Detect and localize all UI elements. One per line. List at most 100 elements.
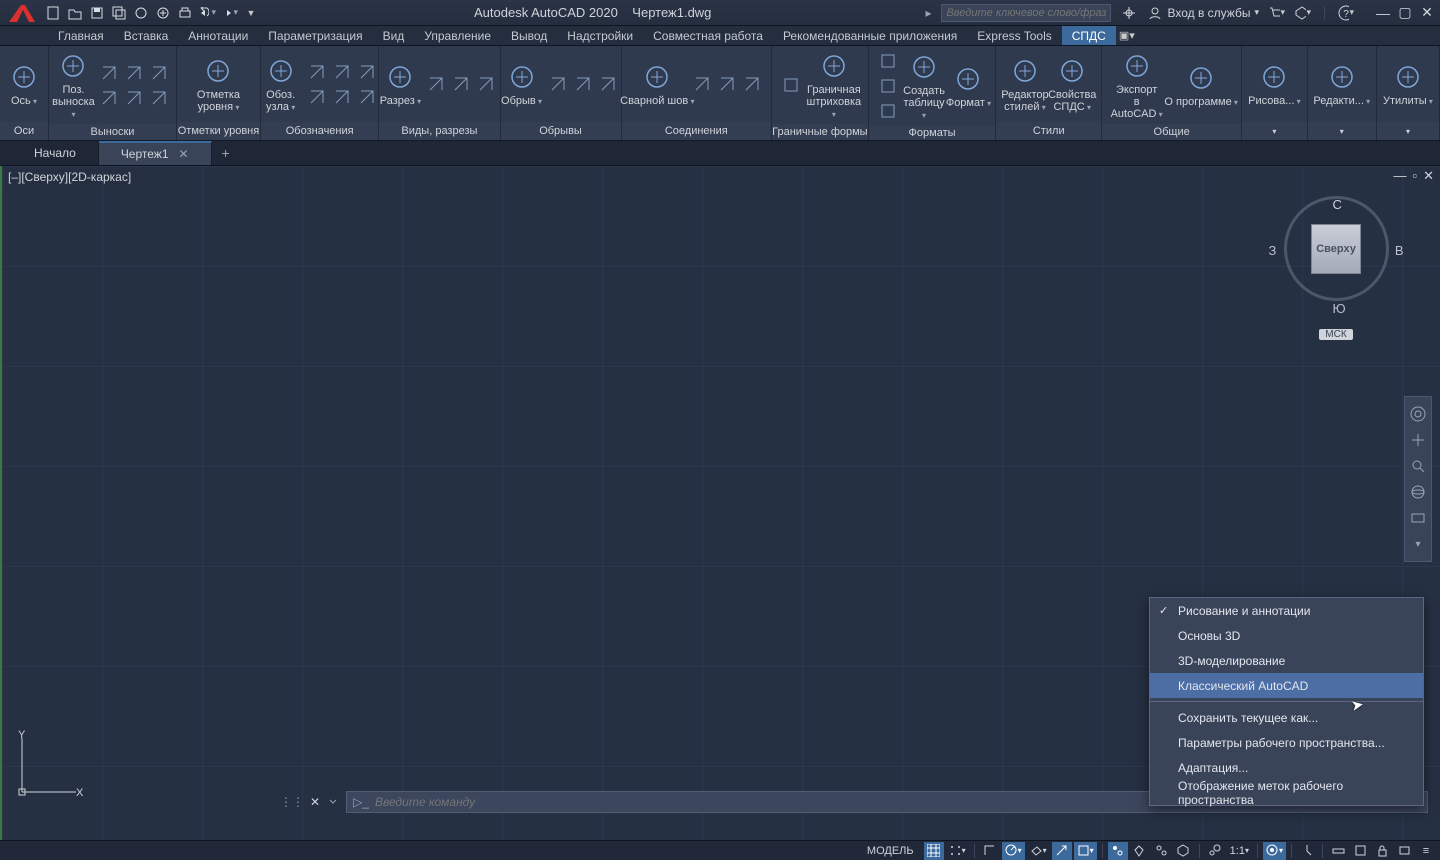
tab-express-tools[interactable]: Express Tools xyxy=(967,26,1061,45)
compass-west[interactable]: З xyxy=(1269,243,1277,258)
showmotion-icon[interactable] xyxy=(1405,505,1431,531)
tab-аннотации[interactable]: Аннотации xyxy=(178,26,258,45)
snap-mode-icon[interactable]: ▾ xyxy=(946,842,969,860)
tab-надстройки[interactable]: Надстройки xyxy=(557,26,643,45)
quick-props-icon[interactable] xyxy=(1350,842,1370,860)
menu-item[interactable]: Параметры рабочего пространства... xyxy=(1150,730,1423,755)
mini-tool-icon[interactable] xyxy=(877,75,899,97)
pan-icon[interactable] xyxy=(1405,427,1431,453)
mini-tool-icon[interactable] xyxy=(425,73,447,95)
grid-toggle-icon[interactable] xyxy=(924,842,944,860)
tab-совместная-работа[interactable]: Совместная работа xyxy=(643,26,773,45)
close-tab-icon[interactable]: ✕ xyxy=(179,147,189,161)
mini-tool-icon[interactable] xyxy=(547,73,569,95)
doc-minimize-icon[interactable]: — xyxy=(1393,168,1406,184)
ortho-icon[interactable] xyxy=(980,842,1000,860)
viewcube-top-face[interactable]: Сверху xyxy=(1311,224,1361,274)
leader-button[interactable]: Поз.выноска ▾ xyxy=(54,50,92,120)
scale-label[interactable]: 1:1▾ xyxy=(1227,842,1252,860)
menu-item[interactable]: Классический AutoCAD xyxy=(1150,673,1423,698)
elevation-button[interactable]: Отметкауровня ▾ xyxy=(197,55,240,113)
anno-scale-icon[interactable] xyxy=(1205,842,1225,860)
compass-south[interactable]: Ю xyxy=(1333,301,1346,316)
mini-tool-icon[interactable] xyxy=(306,61,328,83)
mini-tool-icon[interactable] xyxy=(450,73,472,95)
document-tab[interactable]: Чертеж1✕ xyxy=(99,141,212,165)
mini-tool-icon[interactable] xyxy=(780,74,802,96)
util-button[interactable]: Утилиты ▾ xyxy=(1387,61,1429,107)
section-button[interactable]: Разрез ▾ xyxy=(381,61,419,107)
anno-monitor-icon[interactable] xyxy=(1297,842,1317,860)
export-button[interactable]: Экспортв AutoCAD ▾ xyxy=(1110,50,1163,120)
units-icon[interactable] xyxy=(1328,842,1348,860)
style-edit-button[interactable]: Редакторстилей ▾ xyxy=(1004,55,1045,113)
plot-icon[interactable] xyxy=(176,4,194,22)
mini-tool-icon[interactable] xyxy=(597,73,619,95)
sign-in-button[interactable]: Вход в службы▾ xyxy=(1147,5,1259,21)
tab-главная[interactable]: Главная xyxy=(48,26,114,45)
nav-expand-icon[interactable]: ▾ xyxy=(1405,531,1431,557)
mini-tool-icon[interactable] xyxy=(331,61,353,83)
mini-tool-icon[interactable] xyxy=(331,86,353,108)
customize-status-icon[interactable]: ≡ xyxy=(1416,842,1436,860)
menu-item[interactable]: Отображение меток рабочего пространства xyxy=(1150,780,1423,805)
tab-параметризация[interactable]: Параметризация xyxy=(258,26,372,45)
tab-рекомендованные-приложения[interactable]: Рекомендованные приложения xyxy=(773,26,967,45)
command-handle-icon[interactable]: ⋮⋮ xyxy=(280,795,304,809)
document-tab[interactable]: Начало xyxy=(12,141,99,165)
command-close-icon[interactable]: ✕ xyxy=(310,795,320,809)
web-save-icon[interactable] xyxy=(154,4,172,22)
add-tab-icon[interactable]: + xyxy=(212,141,240,165)
zoom-icon[interactable] xyxy=(1405,453,1431,479)
fullnav-wheel-icon[interactable] xyxy=(1405,401,1431,427)
search-input[interactable] xyxy=(941,4,1111,22)
redo-icon[interactable] xyxy=(220,4,238,22)
viewport-controls[interactable]: [–][Сверху][2D-каркас] xyxy=(6,169,133,185)
selection-cycle-icon[interactable] xyxy=(1152,842,1172,860)
menu-item[interactable]: Рисование и аннотации xyxy=(1150,598,1423,623)
draw-button[interactable]: Рисова... ▾ xyxy=(1252,61,1296,107)
edit-button[interactable]: Редакти... ▾ xyxy=(1318,61,1366,107)
autosnap-icon[interactable] xyxy=(1052,842,1072,860)
format-button[interactable]: Формат ▾ xyxy=(949,63,987,109)
isolate-icon[interactable] xyxy=(1394,842,1414,860)
axis-button[interactable]: Ось ▾ xyxy=(5,61,43,107)
maximize-icon[interactable]: ▢ xyxy=(1396,4,1414,22)
table-create-button[interactable]: Создатьтаблицу ▾ xyxy=(905,51,944,121)
workspace-switch-icon[interactable]: ▾ xyxy=(1263,842,1286,860)
app-logo[interactable] xyxy=(4,0,40,26)
mini-tool-icon[interactable] xyxy=(123,62,145,84)
mini-tool-icon[interactable] xyxy=(98,62,120,84)
qat-dropdown-icon[interactable]: ▼ xyxy=(242,4,260,22)
close-icon[interactable]: ✕ xyxy=(1418,4,1436,22)
new-icon[interactable] xyxy=(44,4,62,22)
view-cube[interactable]: С Ю З В Сверху МСК xyxy=(1276,196,1396,356)
props-button[interactable]: СвойстваСПДС ▾ xyxy=(1051,55,1093,113)
3dosnap-icon[interactable] xyxy=(1174,842,1194,860)
polar-icon[interactable]: ▾ xyxy=(1002,842,1025,860)
undo-icon[interactable] xyxy=(198,4,216,22)
mini-tool-icon[interactable] xyxy=(306,86,328,108)
tab-вид[interactable]: Вид xyxy=(373,26,415,45)
mini-tool-icon[interactable] xyxy=(691,73,713,95)
saveas-icon[interactable] xyxy=(110,4,128,22)
mini-tool-icon[interactable] xyxy=(356,61,378,83)
ribbon-overflow-icon[interactable]: ▣▾ xyxy=(1116,26,1138,45)
tab-вставка[interactable]: Вставка xyxy=(114,26,179,45)
isodraft-icon[interactable]: ▾ xyxy=(1027,842,1050,860)
compass-east[interactable]: В xyxy=(1395,243,1404,258)
mini-tool-icon[interactable] xyxy=(148,87,170,109)
tab-управление[interactable]: Управление xyxy=(414,26,501,45)
connectivity-icon[interactable] xyxy=(1121,5,1137,21)
drawing-area[interactable]: [–][Сверху][2D-каркас] — ▫ ✕ С Ю З В Све… xyxy=(0,166,1440,840)
transparency-icon[interactable] xyxy=(1130,842,1150,860)
mini-tool-icon[interactable] xyxy=(572,73,594,95)
help-icon[interactable]: ?▾ xyxy=(1338,5,1354,21)
command-history-icon[interactable] xyxy=(326,794,340,811)
doc-maximize-icon[interactable]: ▫ xyxy=(1412,168,1417,184)
mini-tool-icon[interactable] xyxy=(877,50,899,72)
model-space-label[interactable]: МОДЕЛЬ xyxy=(859,845,922,857)
orbit-icon[interactable] xyxy=(1405,479,1431,505)
menu-item[interactable]: Сохранить текущее как... xyxy=(1150,705,1423,730)
save-icon[interactable] xyxy=(88,4,106,22)
